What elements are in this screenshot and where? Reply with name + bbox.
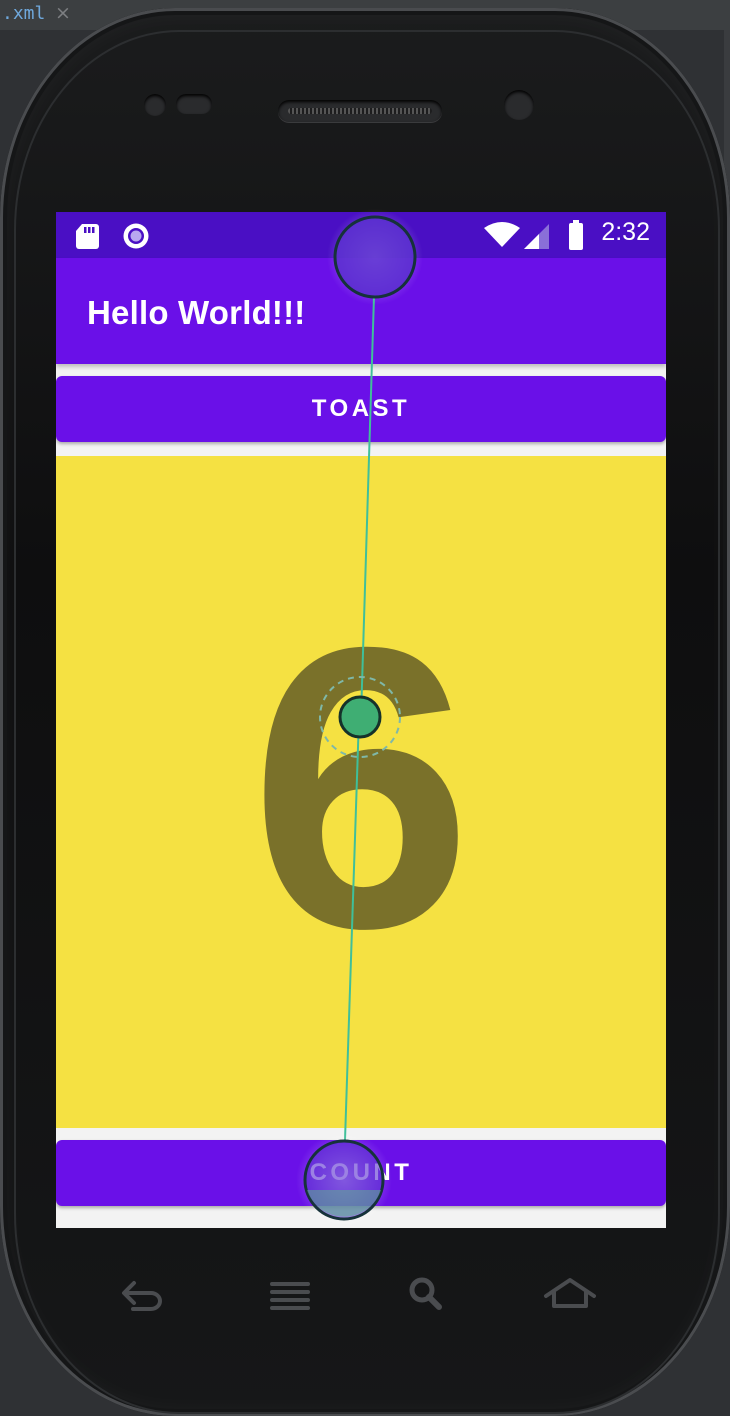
sd-card-icon [76, 224, 99, 249]
device-screen: 2:32 Hello World!!! TOAST 6 COUNT [56, 212, 666, 1228]
home-icon[interactable] [540, 1265, 600, 1325]
front-camera-icon [504, 90, 534, 120]
hardware-nav-keys [0, 1265, 730, 1325]
app-title: Hello World!!! [87, 294, 306, 331]
status-icons [76, 220, 583, 250]
count-display: 6 [56, 456, 666, 1128]
battery-icon [569, 220, 583, 250]
emulator-window: .xml × 2:32 Hello World!!! TOAST 6 COUNT [0, 0, 730, 1416]
back-icon[interactable] [114, 1265, 174, 1325]
count-value: 6 [249, 564, 473, 1011]
status-time: 2:32 [601, 218, 650, 246]
proximity-sensor-icon [144, 94, 166, 116]
menu-icon[interactable] [260, 1265, 320, 1325]
signal-icon [524, 224, 549, 249]
light-sensor-icon [176, 94, 212, 114]
app-bar: Hello World!!! [56, 258, 666, 364]
toast-button[interactable]: TOAST [56, 376, 666, 442]
count-button[interactable]: COUNT [56, 1140, 666, 1206]
close-tab-icon[interactable]: × [55, 2, 71, 24]
wifi-icon [484, 222, 520, 247]
search-icon[interactable] [398, 1265, 458, 1325]
sync-circle-icon [123, 223, 149, 249]
earpiece-speaker [278, 100, 442, 122]
editor-tab-label[interactable]: .xml [2, 3, 45, 24]
status-bar: 2:32 [56, 212, 666, 258]
speaker-grill [288, 108, 432, 114]
